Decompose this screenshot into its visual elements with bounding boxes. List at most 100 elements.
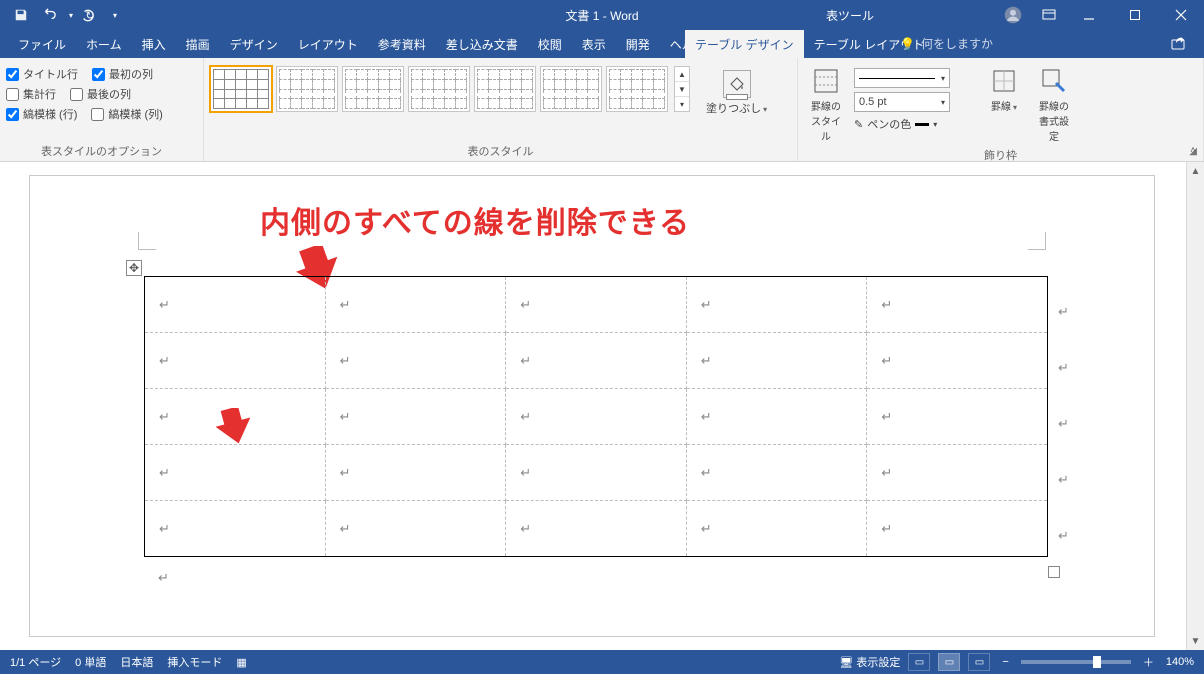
table-cell[interactable]: ↵ [325,277,506,333]
redo-button[interactable]: ↻ [80,3,106,27]
border-painter-button[interactable]: 罫線の 書式設定 [1032,64,1076,145]
table-cell[interactable]: ↵ [686,277,867,333]
tab-table-design[interactable]: テーブル デザイン [685,30,804,58]
tab-view[interactable]: 表示 [572,30,616,58]
tab-layout[interactable]: レイアウト [288,30,368,58]
table-move-handle[interactable]: ✥ [126,260,142,276]
status-word-count[interactable]: 0 単語 [75,654,106,670]
table-cell[interactable]: ↵ [506,389,687,445]
tell-me-input[interactable] [921,37,1011,51]
gallery-more-button[interactable]: ▾ [675,97,689,111]
table-cell[interactable]: ↵ [145,277,326,333]
close-button[interactable] [1158,0,1204,30]
undo-button[interactable] [36,3,62,27]
zoom-slider[interactable] [1021,660,1131,664]
status-insert-mode[interactable]: 挿入モード [167,654,222,670]
tab-review[interactable]: 校閲 [528,30,572,58]
table-cell[interactable]: ↵ [867,501,1048,557]
table-cell[interactable]: ↵ [686,333,867,389]
scroll-down-button[interactable]: ▼ [1187,632,1204,650]
table-style-6[interactable] [540,66,602,112]
tab-insert[interactable]: 挿入 [132,30,176,58]
save-button[interactable] [8,3,34,27]
table-cell[interactable]: ↵ [686,445,867,501]
chk-header-row[interactable]: タイトル行 [6,66,78,82]
pen-weight-dropdown[interactable]: 0.5 pt▾ [854,92,950,112]
table-style-2[interactable] [276,66,338,112]
pen-style-dropdown[interactable]: ▾ [854,68,950,88]
table-cell[interactable]: ↵ [145,501,326,557]
table-cell[interactable]: ↵ [325,501,506,557]
zoom-in-button[interactable]: ＋ [1139,654,1158,670]
document-table[interactable]: ↵↵↵↵↵↵↵↵↵↵↵↵↵↵↵↵↵↵↵↵↵↵↵↵↵ [144,276,1048,557]
status-page[interactable]: 1/1 ページ [10,654,61,670]
table-cell[interactable]: ↵ [145,333,326,389]
table-style-4[interactable] [408,66,470,112]
tab-draw[interactable]: 描画 [176,30,220,58]
gallery-scroll: ▲ ▼ ▾ [674,66,690,112]
minimize-button[interactable] [1066,0,1112,30]
table-cell[interactable]: ↵ [325,445,506,501]
table-cell[interactable]: ↵ [506,277,687,333]
table-cell[interactable]: ↵ [686,389,867,445]
table-style-7[interactable] [606,66,668,112]
title-bar: ▾ ↻ ▾ 文書 1 - Word 表ツール [0,0,1204,30]
table-resize-handle[interactable] [1048,566,1060,578]
undo-more-button[interactable]: ▾ [64,3,78,27]
table-style-5[interactable] [474,66,536,112]
tab-design[interactable]: デザイン [220,30,288,58]
chk-total-row[interactable]: 集計行 [6,86,56,102]
pen-color-button[interactable]: ✎ ペンの色▾ [854,116,950,132]
gallery-scroll-down[interactable]: ▼ [675,82,689,97]
tab-developer[interactable]: 開発 [616,30,660,58]
ribbon-display-options-button[interactable] [1032,0,1066,30]
table-cell[interactable]: ↵ [325,389,506,445]
chk-banded-rows[interactable]: 縞模様 (行) [6,106,77,122]
view-web-layout[interactable]: ▭ [968,653,990,671]
table-cell[interactable]: ↵ [867,277,1048,333]
account-button[interactable] [998,0,1028,30]
display-settings-button[interactable]: 🖥 表示設定 [839,654,900,670]
status-language[interactable]: 日本語 [120,654,153,670]
share-button[interactable] [1164,30,1194,58]
view-read-mode[interactable]: ▭ [908,653,930,671]
table-style-1[interactable] [210,66,272,112]
zoom-level[interactable]: 140% [1166,656,1194,668]
table-cell[interactable]: ↵ [867,333,1048,389]
zoom-out-button[interactable]: − [998,656,1012,668]
tab-home[interactable]: ホーム [76,30,132,58]
collapse-ribbon-button[interactable]: ˄ [1184,141,1202,159]
table-cell[interactable]: ↵ [325,333,506,389]
tab-references[interactable]: 参考資料 [368,30,436,58]
table-cell[interactable]: ↵ [145,389,326,445]
chk-last-column[interactable]: 最後の列 [70,86,131,102]
table-cell[interactable]: ↵ [867,389,1048,445]
table-style-3[interactable] [342,66,404,112]
table-cell[interactable]: ↵ [145,445,326,501]
borders-button[interactable]: 罫線 [982,64,1026,115]
tab-mailings[interactable]: 差し込み文書 [436,30,528,58]
group-label-borders: 飾り枠 [804,145,1197,163]
table-cell[interactable]: ↵ [506,333,687,389]
scroll-track[interactable] [1187,180,1204,632]
group-label-table-styles: 表のスタイル [210,141,791,159]
tab-file[interactable]: ファイル [8,30,76,58]
chk-banded-cols[interactable]: 縞模様 (列) [91,106,162,122]
chk-first-column[interactable]: 最初の列 [92,66,153,82]
border-styles-button[interactable]: 罫線の スタイル [804,64,848,145]
tell-me-search[interactable]: 💡 [900,30,1011,58]
gallery-scroll-up[interactable]: ▲ [675,67,689,82]
shading-button[interactable]: 塗りつぶし [700,66,773,120]
table-cell[interactable]: ↵ [686,501,867,557]
row-end-mark: ↵ [1058,304,1069,320]
document-area[interactable]: 内側のすべての線を削除できる ✥ ↵↵↵↵↵↵↵↵↵↵↵↵↵↵↵↵↵↵↵↵↵↵↵… [0,162,1186,650]
maximize-button[interactable] [1112,0,1158,30]
qat-customize-button[interactable]: ▾ [108,3,122,27]
macro-record-icon[interactable]: ▦ [236,656,246,669]
view-print-layout[interactable]: ▭ [938,653,960,671]
scroll-up-button[interactable]: ▲ [1187,162,1204,180]
table-cell[interactable]: ↵ [506,445,687,501]
vertical-scrollbar[interactable]: ▲ ▼ [1186,162,1204,650]
table-cell[interactable]: ↵ [506,501,687,557]
table-cell[interactable]: ↵ [867,445,1048,501]
